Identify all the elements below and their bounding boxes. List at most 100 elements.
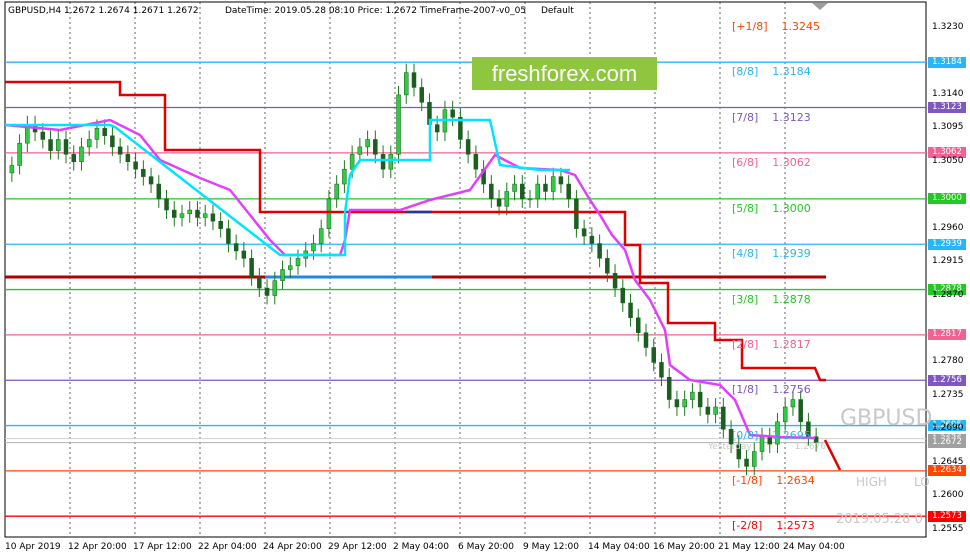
candle-body bbox=[117, 146, 123, 155]
candle-body bbox=[156, 183, 162, 200]
candle-body bbox=[241, 250, 247, 259]
murrey-label: [4/8] 1.2939 bbox=[732, 247, 811, 260]
price-axis-label: 1.2915 bbox=[932, 256, 964, 267]
candle-body bbox=[705, 406, 711, 415]
time-axis-label: 12 Apr 20:00 bbox=[68, 542, 127, 552]
candle-body bbox=[210, 213, 216, 222]
ghost-yesterday: Yesterday 1.2676 bbox=[708, 442, 827, 452]
candle-body bbox=[496, 198, 502, 207]
candle-body bbox=[272, 280, 278, 296]
candle-body bbox=[264, 287, 270, 296]
candle-body bbox=[249, 258, 254, 278]
candle-body bbox=[411, 72, 417, 88]
candle-body bbox=[56, 139, 61, 151]
murrey-label-price: 1.2634 bbox=[776, 473, 815, 487]
murrey-label: [7/8] 1.3123 bbox=[732, 111, 811, 124]
top-marker-icon bbox=[812, 3, 828, 10]
candle-body bbox=[697, 391, 703, 408]
murrey-label: [3/8] 1.2878 bbox=[732, 293, 811, 306]
murrey-price-tag: 1.3123 bbox=[928, 102, 966, 113]
chart-window[interactable]: GBPUSD,H4 1.2672 1.2674 1.2671 1.2672 Da… bbox=[0, 0, 970, 560]
murrey-label-name: [-2/8] bbox=[732, 519, 763, 533]
candle-body bbox=[744, 458, 749, 467]
price-axis-label: 1.3230 bbox=[932, 22, 964, 32]
time-axis-label: 2 May 04:00 bbox=[393, 542, 449, 552]
murrey-label: [6/8] 1.3062 bbox=[732, 156, 811, 169]
price-axis-label: 1.2960 bbox=[932, 222, 964, 233]
candle-body bbox=[782, 406, 788, 423]
candle-body bbox=[489, 183, 494, 200]
candle-body bbox=[349, 154, 355, 170]
candle-body bbox=[798, 399, 803, 423]
candle-body bbox=[450, 109, 455, 118]
murrey-label: [1/8] 1.2756 bbox=[732, 383, 811, 396]
murrey-label: [2/8] 1.2817 bbox=[732, 338, 811, 351]
price-axis-label: 1.3095 bbox=[932, 122, 964, 133]
murrey-label: [0/8] 1.2695 bbox=[732, 429, 811, 442]
price-axis-label: 1.2555 bbox=[932, 523, 964, 534]
candle-body bbox=[218, 220, 223, 229]
candle-body bbox=[566, 183, 571, 200]
candle-body bbox=[9, 165, 15, 174]
price-axis-label: 1.3050 bbox=[932, 155, 964, 166]
murrey-label-price: 1.3245 bbox=[781, 19, 821, 33]
candle-body bbox=[558, 176, 564, 185]
candle-body bbox=[520, 183, 525, 200]
murrey-label: [5/8] 1.3000 bbox=[732, 202, 811, 215]
murrey-label-name: [8/8] bbox=[732, 65, 759, 79]
price-axis-label: 1.2600 bbox=[932, 490, 964, 501]
candle-body bbox=[682, 399, 687, 408]
time-axis-label: 17 Apr 12:00 bbox=[133, 542, 192, 552]
time-axis-label: 16 May 20:00 bbox=[653, 542, 715, 552]
candle-body bbox=[373, 139, 378, 155]
candle-body bbox=[674, 399, 680, 408]
candle-body bbox=[388, 154, 394, 170]
candle-body bbox=[86, 139, 92, 148]
candle-body bbox=[666, 376, 672, 400]
candle-body bbox=[597, 243, 602, 259]
candle-body bbox=[280, 269, 285, 281]
murrey-label-price: 1.3184 bbox=[772, 65, 811, 79]
candle-body bbox=[365, 139, 370, 148]
candle-body bbox=[133, 161, 138, 170]
candle-body bbox=[535, 183, 540, 200]
candle-body bbox=[473, 154, 479, 170]
murrey-label-name: [5/8] bbox=[732, 201, 759, 215]
time-axis-label: 24 May 04:00 bbox=[783, 542, 845, 552]
price-axis-label: 1.2645 bbox=[932, 456, 964, 467]
murrey-label: [8/8] 1.3184 bbox=[732, 65, 811, 78]
murrey-price-tag: 1.2634 bbox=[928, 465, 966, 477]
murrey-label-price: 1.3062 bbox=[772, 155, 811, 169]
candle-body bbox=[612, 272, 618, 289]
murrey-label-price: 1.2878 bbox=[772, 292, 811, 306]
ghost-date: 2019.05.28 0 bbox=[836, 512, 923, 527]
murrey-label-price: 1.2695 bbox=[772, 428, 811, 442]
murrey-label-name: [+1/8] bbox=[732, 19, 768, 33]
candle-body bbox=[550, 176, 556, 192]
murrey-label-name: [0/8] bbox=[732, 428, 759, 442]
candle-body bbox=[110, 135, 115, 148]
candle-body bbox=[179, 213, 185, 218]
candle-body bbox=[790, 399, 796, 408]
murrey-label-price: 1.3000 bbox=[772, 201, 811, 215]
murrey-label-price: 1.2756 bbox=[772, 383, 811, 397]
candle-body bbox=[504, 191, 510, 207]
murrey-label-name: [7/8] bbox=[732, 110, 759, 124]
brand-logo: freshforex.com bbox=[472, 57, 657, 90]
candle-body bbox=[79, 146, 84, 163]
candle-body bbox=[125, 154, 131, 163]
murrey-label-name: [6/8] bbox=[732, 155, 759, 169]
candle-body bbox=[295, 258, 301, 267]
symbol-info: GBPUSD,H4 1.2672 1.2674 1.2671 1.2672 bbox=[8, 6, 199, 16]
plot-frame bbox=[4, 1, 927, 538]
murrey-label-price: 1.3123 bbox=[772, 110, 811, 124]
price-axis-label: 1.2735 bbox=[932, 389, 964, 400]
candle-body bbox=[574, 198, 579, 229]
time-axis-label: 29 Apr 12:00 bbox=[328, 542, 387, 552]
murrey-label-name: [-1/8] bbox=[732, 473, 763, 487]
candle-body bbox=[404, 72, 409, 96]
candle-body bbox=[581, 228, 587, 237]
murrey-label: [+1/8] 1.3245 bbox=[732, 20, 820, 33]
time-axis-label: 24 Apr 20:00 bbox=[263, 542, 322, 552]
time-axis-label: 22 Apr 04:00 bbox=[198, 542, 257, 552]
